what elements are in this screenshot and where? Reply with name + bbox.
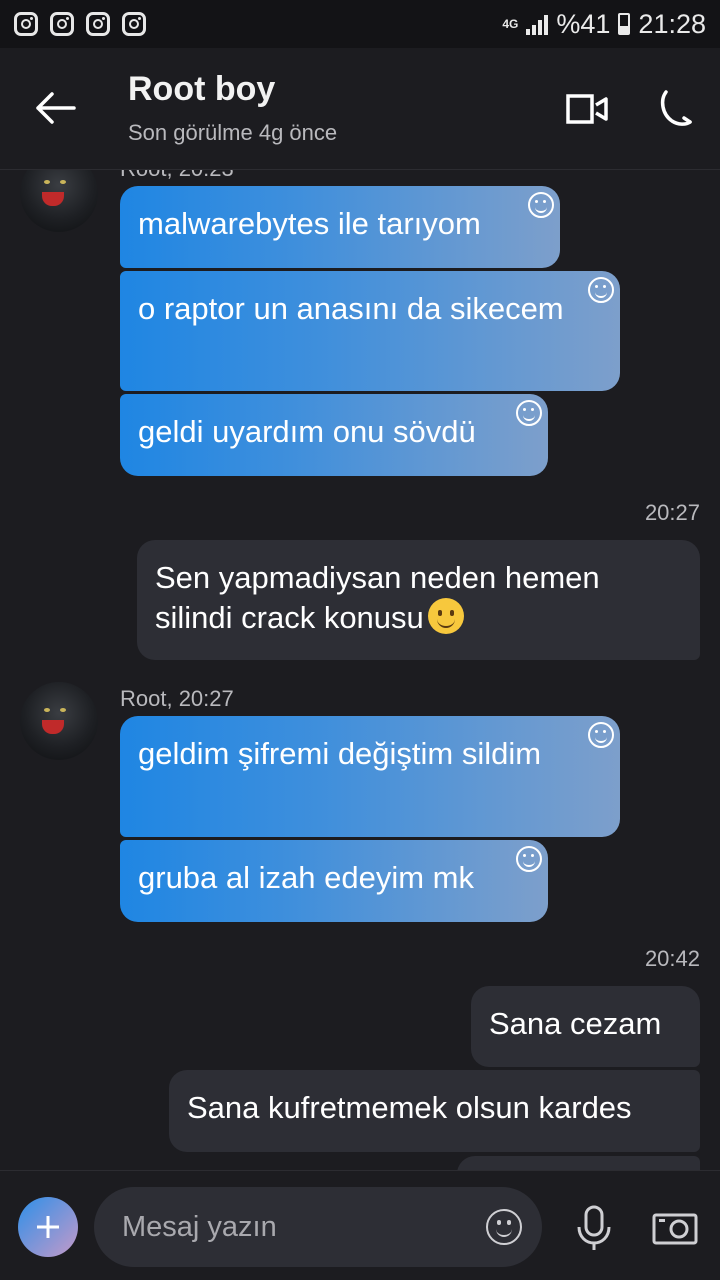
- avatar[interactable]: [20, 170, 98, 232]
- emoji-picker-icon[interactable]: [486, 1209, 522, 1245]
- reaction-smiley-icon[interactable]: [516, 846, 542, 872]
- message-text: malwarebytes ile tarıyom: [138, 206, 481, 241]
- incoming-message[interactable]: o raptor un anasını da sikecem: [120, 271, 620, 391]
- last-seen-status: Son görülme 4g önce: [128, 120, 338, 145]
- outgoing-message[interactable]: Sen yapmadiysan neden hemen silindi crac…: [137, 540, 700, 660]
- message-input[interactable]: [122, 1187, 472, 1267]
- battery-icon: [618, 13, 631, 35]
- outgoing-message[interactable]: Sana cezam: [471, 986, 700, 1067]
- system-indicators: 4G %41 21:28: [502, 9, 706, 40]
- incoming-message[interactable]: geldi uyardım onu sövdü: [120, 394, 548, 476]
- smiling-face-emoji-icon: [427, 598, 464, 634]
- message-input-container: [94, 1187, 542, 1267]
- instagram-icon: [122, 12, 146, 36]
- reaction-smiley-icon[interactable]: [516, 400, 542, 426]
- reaction-smiley-icon[interactable]: [588, 722, 614, 748]
- video-call-icon[interactable]: [566, 92, 610, 126]
- composer-bar: [0, 1170, 720, 1280]
- message-text: Sana cezam: [489, 1006, 662, 1041]
- message-text: Sana kufretmemek olsun kardes: [187, 1090, 632, 1125]
- contact-name[interactable]: Root boy: [128, 70, 275, 109]
- clock: 21:28: [638, 8, 706, 39]
- battery-percent: %41: [556, 8, 611, 39]
- incoming-message[interactable]: geldim şifremi değiştim sildim: [120, 716, 620, 837]
- message-text: geldim şifremi değiştim sildim: [138, 736, 542, 771]
- sender-label: Root, 20:27: [120, 686, 234, 711]
- phone-call-icon[interactable]: [656, 88, 696, 128]
- sender-label: Root, 20:23: [120, 170, 234, 182]
- outgoing-message[interactable]: Sana kufretmemek olsun kardes: [169, 1070, 700, 1152]
- add-attachment-button[interactable]: [18, 1197, 78, 1257]
- instagram-icon: [50, 12, 74, 36]
- instagram-icon: [14, 12, 38, 36]
- message-text: Sen yapmadiysan neden hemen silindi crac…: [155, 560, 600, 635]
- status-bar: 4G %41 21:28: [0, 0, 720, 48]
- microphone-icon[interactable]: [574, 1205, 614, 1251]
- message-text: gruba al izah edeyim mk: [138, 860, 474, 895]
- message-timestamp: 20:27: [644, 500, 700, 525]
- incoming-message[interactable]: malwarebytes ile tarıyom: [120, 186, 560, 268]
- signal-icon: [526, 13, 549, 35]
- back-arrow-icon[interactable]: [34, 88, 78, 128]
- reaction-smiley-icon[interactable]: [588, 277, 614, 303]
- notification-icons: [14, 12, 146, 36]
- instagram-icon: [86, 12, 110, 36]
- message-timestamp: 20:42: [644, 946, 700, 971]
- message-text: geldi uyardım onu sövdü: [138, 414, 476, 449]
- incoming-message[interactable]: gruba al izah edeyim mk: [120, 840, 548, 922]
- avatar[interactable]: [20, 682, 98, 760]
- message-text: o raptor un anasını da sikecem: [138, 291, 564, 326]
- camera-icon[interactable]: [652, 1211, 698, 1245]
- outgoing-message-partial[interactable]: [457, 1156, 700, 1170]
- chat-header: Root boy Son görülme 4g önce: [0, 48, 720, 170]
- message-list[interactable]: Root, 20:23 malwarebytes ile tarıyom o r…: [0, 170, 720, 1170]
- reaction-smiley-icon[interactable]: [528, 192, 554, 218]
- network-type: 4G: [502, 16, 519, 31]
